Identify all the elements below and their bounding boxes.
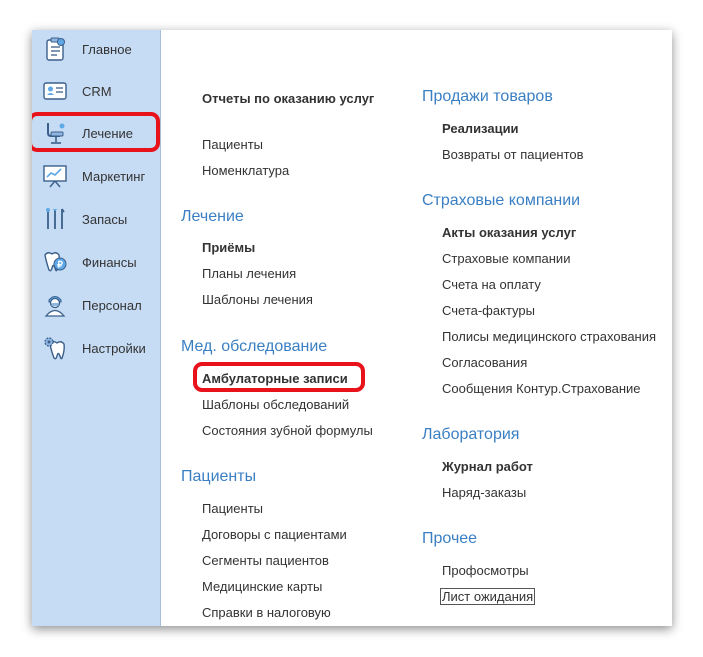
sidebar-item-label: Финансы [82, 255, 137, 270]
link-checkups[interactable]: Профосмотры [442, 563, 529, 578]
sidebar-item-label: Персонал [82, 298, 142, 313]
link-waiting-list[interactable]: Лист ожидания [439, 588, 536, 605]
section-title-medical-exam: Мед. обследование [181, 338, 328, 355]
svg-text:₽: ₽ [57, 260, 63, 270]
sidebar: Главное CRM Лечение Маркетинг Запасы ₽ Ф… [32, 30, 161, 626]
section-title-laboratory: Лаборатория [422, 426, 520, 443]
section-title-sales: Продажи товаров [422, 88, 553, 105]
highlight-frame-outpatient-records [193, 362, 365, 392]
link-work-orders[interactable]: Наряд-заказы [442, 485, 526, 500]
app-window: Главное CRM Лечение Маркетинг Запасы ₽ Ф… [32, 30, 672, 626]
sidebar-item-crm[interactable]: CRM [32, 72, 160, 112]
sidebar-item-label: Главное [82, 42, 132, 57]
link-appointments[interactable]: Приёмы [202, 240, 255, 255]
link-insurance-policies[interactable]: Полисы медицинского страхования [442, 329, 656, 344]
dental-tools-icon [42, 206, 68, 232]
link-kontur-messages[interactable]: Сообщения Контур.Страхование [442, 381, 641, 396]
link-patients[interactable]: Пациенты [202, 501, 263, 516]
sidebar-item-settings[interactable]: Настройки [32, 329, 160, 369]
link-treatment-templates[interactable]: Шаблоны лечения [202, 292, 313, 307]
link-service-acts[interactable]: Акты оказания услуг [442, 225, 576, 240]
link-treatment-plans[interactable]: Планы лечения [202, 266, 296, 281]
link-patient-contracts[interactable]: Договоры с пациентами [202, 527, 347, 542]
link-patients-top[interactable]: Пациенты [202, 137, 263, 152]
link-work-journal[interactable]: Журнал работ [442, 459, 533, 474]
section-title-treatment: Лечение [181, 208, 244, 225]
tooth-gear-icon [42, 335, 68, 361]
sidebar-item-main[interactable]: Главное [32, 30, 160, 70]
highlight-frame-treatment [32, 112, 160, 152]
main-content: Отчеты по оказанию услуг Пациенты Номенк… [161, 30, 672, 626]
presentation-board-icon [42, 163, 68, 189]
link-approvals[interactable]: Согласования [442, 355, 527, 370]
sidebar-item-staff[interactable]: Персонал [32, 286, 160, 326]
sidebar-item-label: CRM [82, 84, 112, 99]
link-tax-invoices[interactable]: Счета-фактуры [442, 303, 535, 318]
link-patient-returns[interactable]: Возвраты от пациентов [442, 147, 584, 162]
link-exam-templates[interactable]: Шаблоны обследований [202, 397, 349, 412]
link-tooth-formula-states[interactable]: Состояния зубной формулы [202, 423, 373, 438]
sidebar-item-label: Маркетинг [82, 169, 146, 184]
section-title-other: Прочее [422, 530, 478, 547]
clipboard-icon [42, 36, 68, 62]
link-insurance-companies[interactable]: Страховые компании [442, 251, 570, 266]
sidebar-item-marketing[interactable]: Маркетинг [32, 157, 160, 197]
link-service-reports[interactable]: Отчеты по оказанию услуг [202, 91, 374, 106]
doctor-icon [42, 292, 68, 318]
link-sales[interactable]: Реализации [442, 121, 519, 136]
sidebar-item-label: Запасы [82, 212, 128, 227]
link-medical-cards[interactable]: Медицинские карты [202, 579, 322, 594]
tooth-coin-icon: ₽ [42, 249, 68, 275]
sidebar-item-label: Настройки [82, 341, 146, 356]
sidebar-item-finance[interactable]: ₽ Финансы [32, 243, 160, 283]
link-invoices[interactable]: Счета на оплату [442, 277, 541, 292]
link-nomenclature[interactable]: Номенклатура [202, 163, 289, 178]
section-title-patients: Пациенты [181, 468, 257, 485]
sidebar-item-stock[interactable]: Запасы [32, 200, 160, 240]
link-tax-certificates[interactable]: Справки в налоговую [202, 605, 331, 620]
section-title-insurance: Страховые компании [422, 192, 581, 209]
link-patient-segments[interactable]: Сегменты пациентов [202, 553, 329, 568]
id-card-icon [42, 78, 68, 104]
